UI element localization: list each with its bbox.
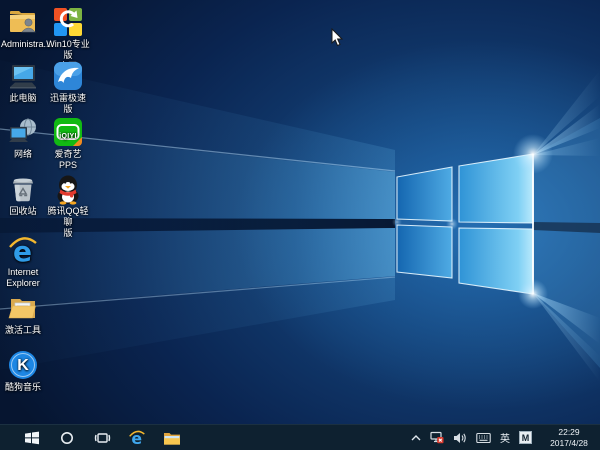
start-button[interactable] xyxy=(23,429,41,447)
wallpaper xyxy=(0,0,600,450)
tray-ime-button[interactable]: M xyxy=(519,431,532,444)
recycle-bin-icon xyxy=(13,178,33,202)
icon-label-line2: 版 xyxy=(63,228,73,238)
clock-date: 2017/4/28 xyxy=(550,437,588,448)
tools-folder-icon xyxy=(8,299,36,319)
icon-label: 此电脑 xyxy=(9,93,37,103)
taskbar-internet-explorer[interactable]: e xyxy=(128,429,146,447)
icon-label: 酷狗音乐 xyxy=(4,382,41,392)
qq-penguin-icon xyxy=(57,175,79,205)
icon-label: 腾讯QQ轻聊 xyxy=(47,206,89,227)
desktop-icon-internet-explorer[interactable]: e Internet Explorer xyxy=(1,234,45,289)
windows-logo-icon xyxy=(25,431,39,444)
network-disconnected-icon xyxy=(430,431,444,444)
internet-explorer-icon: e xyxy=(129,429,145,447)
task-view-icon xyxy=(94,432,110,443)
taskbar-left: e xyxy=(0,429,198,447)
search-circle-icon xyxy=(61,431,73,444)
tray-network-button[interactable] xyxy=(430,431,444,444)
task-view-button[interactable] xyxy=(93,429,111,447)
desktop-icon-kugou-music[interactable]: K 酷狗音乐 xyxy=(1,349,45,393)
tray-language-indicator[interactable]: 英 xyxy=(500,430,510,445)
icon-label: 回收站 xyxy=(9,206,37,216)
kugou-icon xyxy=(9,351,37,379)
mouse-cursor xyxy=(331,28,344,47)
desktop-icon-activation-tools[interactable]: 激活工具 xyxy=(1,292,45,336)
icon-label: 爱奇艺PPS xyxy=(54,149,82,170)
icon-label: 迅雷极速版 xyxy=(49,93,86,114)
desktop-icon-this-pc[interactable]: 此电脑 xyxy=(1,60,45,104)
desktop-icon-qq[interactable]: 腾讯QQ轻聊 版 xyxy=(46,173,90,239)
clock-time: 22:29 xyxy=(558,427,580,437)
this-pc-icon xyxy=(10,65,36,89)
folder-icon xyxy=(164,432,180,445)
taskbar: e 英 M 22:29 2017/4/28 xyxy=(0,424,600,450)
network-icon xyxy=(9,118,36,142)
system-tray: 英 M 22:29 2017/4/28 xyxy=(402,427,600,448)
desktop-icon-network[interactable]: 网络 xyxy=(1,116,45,160)
icon-label: Win10专业版 xyxy=(46,39,90,60)
icon-label: Internet xyxy=(7,267,39,277)
icon-label: 激活工具 xyxy=(4,325,41,335)
user-folder-icon xyxy=(10,11,36,33)
desktop-icon-thunder[interactable]: 迅雷极速版 xyxy=(46,60,90,115)
desktop-icon-administrator[interactable]: Administra... xyxy=(1,6,52,50)
desktop: Administra... 此电脑 网络 回收站 e Internet Expl… xyxy=(0,0,600,450)
tray-clock[interactable]: 22:29 2017/4/28 xyxy=(541,427,597,448)
tray-volume-button[interactable] xyxy=(453,432,467,444)
icon-label: 网络 xyxy=(13,149,32,159)
tray-chevron-button[interactable] xyxy=(411,434,421,442)
chevron-up-icon xyxy=(411,434,421,440)
speaker-icon xyxy=(454,432,466,443)
taskbar-file-explorer[interactable] xyxy=(163,429,181,447)
desktop-icon-iqiyi[interactable]: iQIYI 爱奇艺PPS xyxy=(46,116,90,171)
win10-pro-icon xyxy=(54,8,82,36)
touch-keyboard-icon xyxy=(476,432,491,443)
icon-label-line2: Explorer xyxy=(6,278,40,288)
ime-m-icon: M xyxy=(519,431,532,444)
internet-explorer-icon: e xyxy=(9,235,37,266)
icon-label: Administra... xyxy=(1,39,52,49)
tray-touch-keyboard-button[interactable] xyxy=(476,432,491,444)
iqiyi-icon xyxy=(54,118,82,146)
search-button[interactable] xyxy=(58,429,76,447)
desktop-icon-recycle-bin[interactable]: 回收站 xyxy=(1,173,45,217)
thunder-bird-icon xyxy=(54,62,82,90)
